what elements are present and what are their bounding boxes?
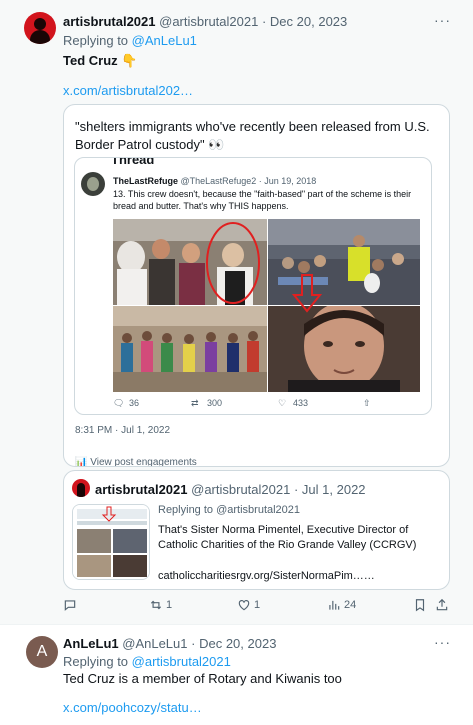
quoted-handle: @artisbrutal2021	[191, 482, 291, 497]
inner-reply-icon: 🗨	[113, 398, 125, 408]
timeline: artisbrutal2021 @artisbrutal2021 · Dec 2…	[0, 0, 473, 725]
photo-portrait	[268, 306, 420, 392]
tweet-text: Ted Cruz is a member of Rotary and Kiwan…	[63, 671, 342, 686]
inner-date: Jun 19, 2018	[264, 176, 317, 186]
inner-retweet-icon: ⇄	[191, 398, 199, 408]
tweet-text-content: Ted Cruz is a member of Rotary and Kiwan…	[63, 671, 342, 686]
heart-icon	[238, 600, 250, 611]
post-date[interactable]: Dec 20, 2023	[270, 14, 347, 29]
bookmark-icon	[415, 599, 425, 612]
quoted-replying-to: Replying to @artisbrutal2021	[158, 504, 300, 516]
quoted-date: Jul 1, 2022	[301, 482, 366, 497]
replying-to: Replying to @AnLeLu1	[63, 33, 197, 48]
inner-handle: @TheLastRefuge2	[180, 176, 257, 186]
more-icon[interactable]: ···	[434, 12, 451, 28]
embedded-screenshot[interactable]: "shelters immigrants who've recently bee…	[63, 104, 450, 467]
quoted-thumbnail	[72, 504, 150, 580]
quoted-text: That's Sister Norma Pimentel, Executive …	[158, 524, 417, 551]
repost-icon	[150, 600, 162, 610]
inner-avatar	[81, 172, 105, 196]
tweet-header: artisbrutal2021 @artisbrutal2021 · Dec 2…	[63, 14, 348, 29]
inner-retweet-count: 300	[207, 398, 223, 408]
repost-button[interactable]: 1	[149, 598, 172, 612]
action-bar: 1 1 24	[63, 598, 453, 616]
share-button[interactable]	[435, 598, 449, 612]
inner-tweet: Thread TheLastRefuge @TheLastRefuge2 · J…	[74, 157, 432, 415]
replying-to: Replying to @artisbrutal2021	[63, 654, 231, 669]
quoted-url: catholiccharitiesrgv.org/SisterNormaPim……	[158, 570, 375, 582]
tweet-header: AnLeLu1 @AnLeLu1 · Dec 20, 2023	[63, 636, 277, 651]
handle[interactable]: @artisbrutal2021	[159, 14, 258, 29]
tweet-text: Ted Cruz 👇	[63, 53, 138, 68]
views-count: 24	[344, 599, 357, 611]
quoted-name: artisbrutal2021	[95, 482, 188, 497]
inner-text: 13. This crew doesn't, because the "fait…	[113, 189, 412, 211]
quoted-replying-prefix: Replying to	[158, 504, 217, 516]
reply-icon	[64, 600, 76, 611]
views-icon	[329, 600, 340, 610]
like-button[interactable]: 1	[237, 598, 260, 612]
avatar[interactable]	[24, 12, 56, 44]
view-engagements-label: View post engagements	[90, 457, 197, 467]
inner-like-icon: ♡	[278, 398, 287, 408]
photo-shelter-hall	[268, 219, 420, 305]
annotation-arrow-down-icon	[292, 274, 322, 313]
quoted-tweet[interactable]: artisbrutal2021 @artisbrutal2021 · Jul 1…	[63, 470, 450, 590]
quote-timestamp: 8:31 PM · Jul 1, 2022	[75, 425, 171, 436]
analytics-icon: 📊	[75, 457, 88, 467]
reply-button[interactable]	[63, 598, 77, 612]
tweet-link[interactable]: x.com/artisbrutal202…	[63, 83, 193, 98]
quoted-avatar	[72, 479, 90, 497]
inner-header: TheLastRefuge @TheLastRefuge2 · Jun 19, …	[113, 176, 317, 186]
mention-link[interactable]: @AnLeLu1	[132, 33, 197, 48]
share-icon	[436, 598, 448, 611]
avatar[interactable]: A	[26, 636, 58, 668]
inner-actions: 🗨 36 ⇄ 300 ♡ 433 ⇧	[113, 398, 419, 412]
repost-count: 1	[166, 599, 173, 611]
display-name[interactable]: artisbrutal2021	[63, 14, 156, 29]
reply-tweet[interactable]: artisbrutal2021 @artisbrutal2021 · Dec 2…	[0, 0, 473, 625]
inner-reply-count: 36	[129, 398, 140, 408]
reply-tweet[interactable]: A AnLeLu1 @AnLeLu1 · Dec 20, 2023 ··· Re…	[0, 626, 473, 725]
bookmark-button[interactable]	[413, 598, 427, 612]
quoted-header: artisbrutal2021 @artisbrutal2021 · Jul 1…	[95, 482, 366, 497]
mention-link[interactable]: @artisbrutal2021	[132, 654, 231, 669]
more-icon[interactable]: ···	[434, 634, 451, 650]
view-engagements: 📊 View post engagements	[75, 457, 197, 467]
tweet-link[interactable]: x.com/poohcozy/statu…	[63, 700, 202, 715]
thread-label: Thread	[111, 157, 155, 167]
views-button[interactable]: 24	[327, 598, 356, 612]
replying-to-prefix: Replying to	[63, 33, 132, 48]
quoted-mention: @artisbrutal2021	[216, 504, 301, 516]
post-date[interactable]: Dec 20, 2023	[199, 636, 276, 651]
inner-like-count: 433	[293, 398, 309, 408]
display-name[interactable]: AnLeLu1	[63, 636, 119, 651]
photo-crowd-with-nun	[113, 219, 267, 305]
handle[interactable]: @AnLeLu1	[122, 636, 187, 651]
like-count: 1	[254, 599, 261, 611]
inner-name: TheLastRefuge	[113, 176, 179, 186]
photo-line-outside	[113, 306, 267, 392]
quote-text: "shelters immigrants who've recently bee…	[75, 119, 430, 152]
inner-share-icon: ⇧	[363, 398, 371, 408]
replying-to-prefix: Replying to	[63, 654, 132, 669]
